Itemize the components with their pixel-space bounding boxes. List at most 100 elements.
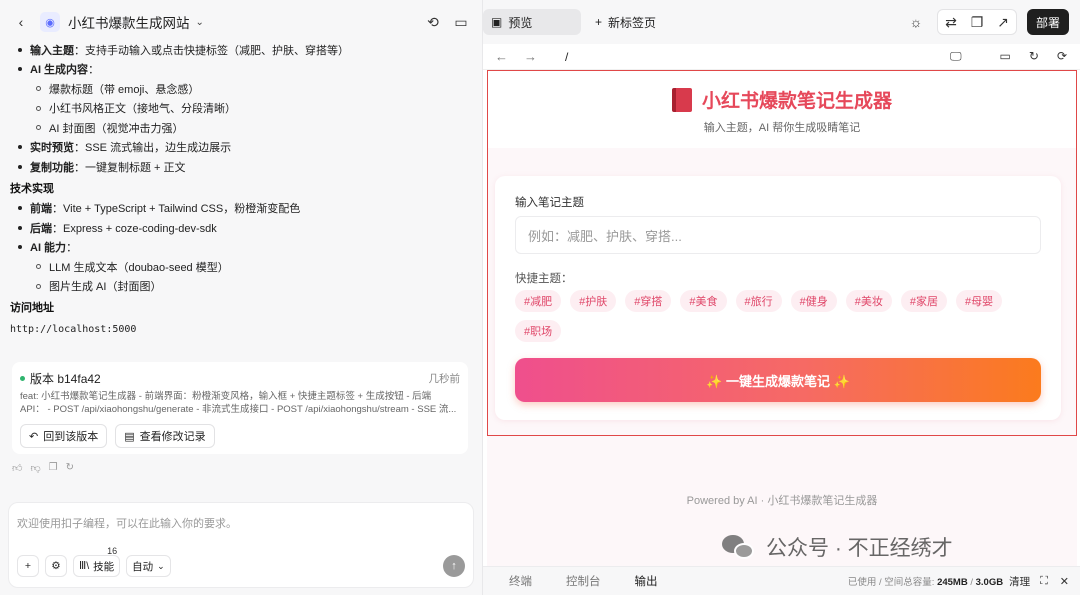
app-subtitle: 输入主题，AI 帮你生成吸睛笔记 (703, 122, 861, 134)
item-text: LLM 生成文本（doubao-seed 模型） (49, 261, 229, 274)
thumbs-down-icon[interactable]: 👎︎ (30, 462, 40, 474)
duplicate-icon[interactable]: ❐ (964, 10, 990, 34)
chat-list-item: AI 能力： (10, 238, 472, 258)
bullet-marker (18, 67, 22, 72)
back-arrow-icon[interactable]: ← (495, 49, 508, 64)
item-key: 实时预览 (30, 142, 74, 155)
storage-total: 3.0GB (975, 577, 1004, 588)
preview-page: 小红书爆款笔记生成器 输入主题，AI 帮你生成吸睛笔记 输入笔记主题 例如：减肥… (487, 70, 1077, 566)
item-key: 后端 (30, 222, 52, 235)
settings-sliders-button[interactable]: ⚙ (45, 555, 67, 577)
item-text: ：Express + coze-coding-dev-sdk (52, 222, 217, 235)
forward-arrow-icon[interactable]: → (524, 49, 537, 64)
chat-list-item: 图片生成 AI（封面图） (28, 277, 472, 297)
item-text: ： (88, 64, 100, 77)
view-history-button[interactable]: ▤ 查看修改记录 (115, 424, 215, 448)
access-url[interactable]: http://localhost:5000 (10, 318, 472, 340)
bottom-tab[interactable]: 控制台 (558, 573, 609, 589)
history-label: 查看修改记录 (139, 431, 206, 443)
item-key: 复制功能 (30, 161, 74, 174)
deploy-button[interactable]: 部署 (1027, 9, 1069, 35)
chat-list-item: 实时预览 ：SSE 流式输出，边生成边展示 (10, 138, 472, 158)
retry-icon[interactable]: ↻ (66, 462, 74, 474)
chat-panel: ‹ ◉ 小红书爆款生成网站 ⌄ ⟲ ▭ 输入主题 ：支持手动输入或点击快捷标签（减… (0, 0, 482, 595)
tab-preview[interactable]: ▣ 预览 (483, 9, 581, 35)
composer-input[interactable]: 欢迎使用扣子编程，可以在此输入你的要求。 (17, 515, 237, 531)
storage-sep: / (967, 577, 976, 588)
responsive-icon[interactable]: ▭ (1000, 49, 1011, 64)
quick-topic-tag[interactable]: #健身 (790, 290, 837, 312)
version-label: 版本 b14fa42 (30, 372, 101, 386)
expand-icon[interactable]: ⛶ (1040, 575, 1048, 588)
rollback-button[interactable]: ↶ 回到该版本 (20, 424, 108, 448)
chat-composer[interactable]: 欢迎使用扣子编程，可以在此输入你的要求。 + ⚙ Ⅲ\ 技能 16 自动 ⌄ ↑ (8, 502, 474, 588)
chevron-down-icon[interactable]: ⌄ (196, 17, 204, 28)
external-link-icon[interactable]: ↗ (990, 10, 1016, 34)
book-icon (671, 87, 692, 112)
address-bar: ← → / 🖵︎ ▭ ↻ ⟳ (483, 44, 1080, 70)
topic-input[interactable]: 例如：减肥、护肤、穿搭... (515, 216, 1041, 254)
bullet-marker (18, 245, 22, 250)
desktop-icon[interactable]: 🖵︎ (950, 49, 962, 64)
bottom-tab[interactable]: 输出 (627, 573, 666, 589)
item-text: 图片生成 AI（封面图） (49, 281, 162, 294)
version-time: 几秒前 (428, 373, 461, 385)
quick-topic-tag[interactable]: #护肤 (570, 290, 617, 312)
copy-icon[interactable]: ❐ (49, 462, 58, 474)
bottom-tab[interactable]: 终端 (501, 573, 540, 589)
quick-topic-tag[interactable]: #穿搭 (625, 290, 672, 312)
undo-icon: ↶ (29, 430, 39, 443)
clear-button[interactable]: 清理 (1009, 574, 1030, 589)
preview-panel: ▣ 预览 + 新标签页 ☼ ⇄ ❐ ↗ 部署 ← → / 🖵︎ ▭ ↻ ⟳ 小红… (482, 0, 1080, 595)
storage-used: 245MB (937, 577, 968, 588)
chevron-down-icon: ⌄ (157, 560, 165, 571)
generate-button[interactable]: ✨ 一键生成爆款笔记 ✨ (515, 358, 1041, 402)
storage-info: 已使用 / 空间总容量: 245MB / 3.0GB (848, 574, 1003, 588)
library-icon: Ⅲ\ (79, 560, 90, 572)
bullet-marker (18, 145, 22, 150)
chat-list-item: 输入主题 ：支持手动输入或点击快捷标签（减肥、护肤、穿搭等） (10, 40, 472, 60)
chat-list-item: AI 封面图（视觉冲击力强） (28, 118, 472, 138)
tab-new-label: 新标签页 (608, 15, 657, 30)
chat-list-item: 爆款标题（带 emoji、悬念感） (28, 79, 472, 99)
access-heading: 访问地址 (10, 302, 54, 314)
app-title: 小红书爆款笔记生成器 (701, 91, 892, 112)
version-desc-2: API： - POST /api/xiaohongshu/generate - … (20, 404, 457, 415)
quick-topic-tag[interactable]: #美妆 (845, 290, 892, 312)
browser-icon: ▣ (491, 15, 503, 29)
document-icon: ▤ (124, 430, 135, 443)
hard-reload-icon[interactable]: ⟳ (1057, 49, 1067, 64)
quick-topic-tag[interactable]: #减肥 (515, 290, 562, 312)
item-text: 爆款标题（带 emoji、悬念感） (49, 83, 200, 96)
quick-topic-tag[interactable]: #美食 (680, 290, 727, 312)
theme-sun-icon[interactable]: ☼ (905, 11, 927, 33)
bullet-marker (36, 105, 41, 111)
watermark-text: 公众号 · 不正经绣才 (766, 537, 953, 560)
mode-select[interactable]: 自动 ⌄ (126, 555, 171, 577)
tab-preview-label: 预览 (508, 15, 533, 30)
skills-button[interactable]: Ⅲ\ 技能 16 (73, 546, 121, 577)
quick-topic-tag[interactable]: #职场 (515, 320, 562, 342)
quick-topic-tag[interactable]: #母婴 (956, 290, 1003, 312)
project-title[interactable]: 小红书爆款生成网站 (68, 12, 190, 32)
toggle-icon[interactable]: ⇄ (938, 10, 964, 34)
app-header: 小红书爆款笔记生成器 输入主题，AI 帮你生成吸睛笔记 (487, 70, 1077, 148)
thumbs-up-icon[interactable]: 👍︎ (12, 462, 22, 474)
plus-icon: + (595, 15, 603, 29)
send-button[interactable]: ↑ (443, 555, 465, 577)
bullet-marker (18, 47, 22, 52)
chat-list-item: 后端 ：Express + coze-coding-dev-sdk (10, 218, 472, 238)
url-path[interactable]: / (565, 50, 568, 64)
tab-new[interactable]: + 新标签页 (595, 14, 656, 31)
item-key: 输入主题 (30, 44, 74, 57)
version-desc-1: feat: 小红书爆款笔记生成器 - 前端界面：粉橙渐变风格，输入框 + 快捷主… (20, 391, 432, 402)
add-button[interactable]: + (17, 555, 39, 577)
app-logo-icon: ◉ (40, 12, 60, 32)
item-text: ： (66, 242, 78, 255)
quick-topic-tag[interactable]: #家居 (900, 290, 947, 312)
close-icon[interactable]: ✕ (1060, 575, 1069, 588)
bullet-marker (18, 206, 22, 211)
chat-message: 输入主题 ：支持手动输入或点击快捷标签（减肥、护肤、穿搭等） AI 生成内容：爆款标… (10, 30, 472, 360)
refresh-icon[interactable]: ↻ (1029, 49, 1039, 64)
quick-topic-tag[interactable]: #旅行 (735, 290, 782, 312)
